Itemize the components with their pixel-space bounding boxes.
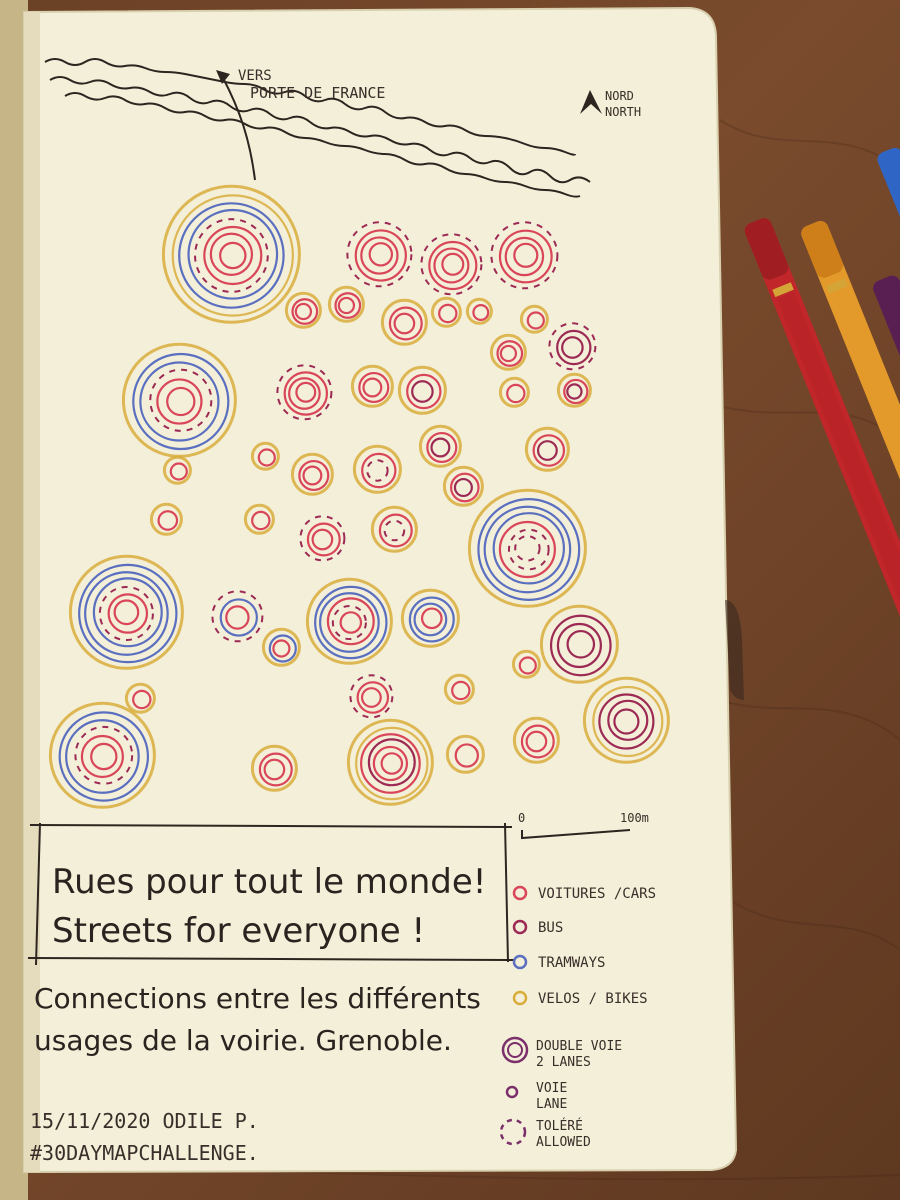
direction-label-porte: PORTE DE FRANCE	[250, 84, 385, 102]
sketchbook-scene: VERS PORTE DE FRANCE NORD NORTH 0 100m R…	[0, 0, 900, 1200]
legend-label-cars: VOITURES /CARS	[538, 886, 656, 902]
legend-label-2-lanes: 2 LANES	[536, 1055, 591, 1070]
legend-label-lane: LANE	[536, 1097, 567, 1112]
north-label-nord: NORD	[605, 89, 634, 103]
title-french: Rues pour tout le monde!	[52, 862, 486, 902]
direction-label-vers: VERS	[238, 68, 272, 84]
legend-label-double-voie: DOUBLE VOIE	[536, 1039, 622, 1054]
scale-bar-end: 100m	[620, 811, 649, 825]
marker-pens	[744, 147, 900, 660]
legend-label-allowed: ALLOWED	[536, 1135, 591, 1150]
subtitle-line-2: usages de la voirie. Grenoble.	[34, 1024, 452, 1057]
title-english: Streets for everyone !	[52, 911, 425, 951]
north-label-north: NORTH	[605, 105, 641, 119]
subtitle-line-1: Connections entre les différents	[34, 982, 481, 1015]
blue-marker	[877, 147, 900, 227]
legend-label-tolere: TOLÉRÉ	[536, 1118, 583, 1134]
legend-label-tram: TRAMWAYS	[538, 955, 605, 971]
signature-date-author: 15/11/2020 ODILE P.	[30, 1109, 259, 1133]
legend-label-bus: BUS	[538, 920, 563, 936]
signature-hashtag: #30DAYMAPCHALLENGE.	[30, 1141, 259, 1165]
scale-bar-start: 0	[518, 811, 525, 825]
legend-label-bikes: VELOS / BIKES	[538, 991, 648, 1007]
legend-label-voie: VOIE	[536, 1081, 567, 1096]
